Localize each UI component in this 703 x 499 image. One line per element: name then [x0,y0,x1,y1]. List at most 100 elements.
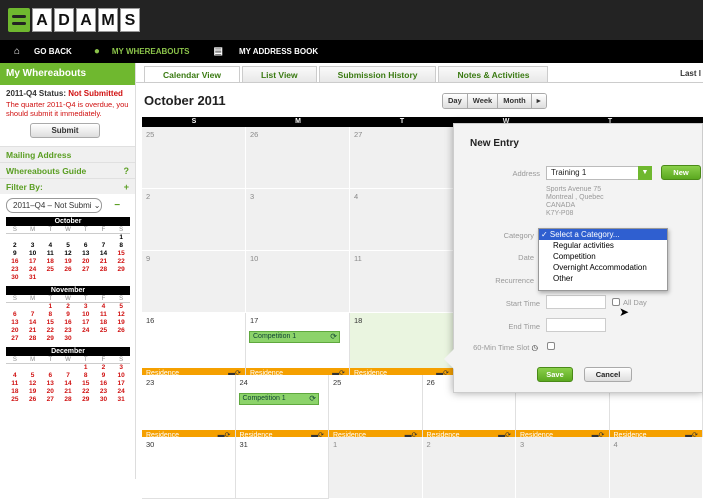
week-view-button[interactable]: Week [468,94,498,108]
mini-calendar-day[interactable]: 15 [112,250,130,258]
mini-calendar-day[interactable]: 31 [112,396,130,404]
mini-calendar-day[interactable]: 12 [112,311,130,319]
mini-calendar-day[interactable]: 29 [41,335,59,343]
category-option[interactable]: Regular activities [539,240,667,251]
mini-calendar-day[interactable]: 13 [77,250,95,258]
mini-calendar-day[interactable]: 6 [41,372,59,380]
mini-calendar-day[interactable]: 17 [112,380,130,388]
mini-calendar-day[interactable]: 20 [6,327,24,335]
filter-select[interactable]: 2011–Q4 – Not Submi ⌄ [6,198,102,213]
mini-calendar-day[interactable]: 15 [77,380,95,388]
end-time-input[interactable] [546,318,606,332]
calendar-day-cell[interactable]: 1 [329,437,423,499]
mini-calendar-day[interactable]: 11 [6,380,24,388]
calendar-day-cell[interactable]: 3 [516,437,610,499]
mini-calendar-day[interactable]: 7 [24,311,42,319]
tab-list-view[interactable]: List View [242,66,317,82]
mini-calendar-day[interactable]: 11 [41,250,59,258]
mini-calendar-day[interactable]: 22 [112,258,130,266]
mini-calendar-day[interactable]: 23 [59,327,77,335]
cancel-button[interactable]: Cancel [584,367,632,382]
mini-calendar-day[interactable]: 25 [41,266,59,274]
mini-calendar-day[interactable]: 18 [41,258,59,266]
mini-calendar-day[interactable]: 4 [6,372,24,380]
mini-calendar-day[interactable]: 16 [6,258,24,266]
next-month-button[interactable]: ▸ [532,94,546,108]
tab-notes-activities[interactable]: Notes & Activities [438,66,548,82]
mini-calendar-day[interactable]: 4 [95,303,113,311]
mini-calendar-day[interactable]: 24 [24,266,42,274]
calendar-day-cell[interactable]: 23Residence▬⟳ [142,375,236,437]
mini-calendar-day[interactable]: 19 [24,388,42,396]
mini-calendar-day[interactable]: 4 [41,242,59,250]
mini-calendar-day[interactable]: 5 [24,372,42,380]
help-icon[interactable]: ? [124,163,130,178]
calendar-day-cell[interactable]: 30 [142,437,236,499]
mini-calendar-day[interactable]: 1 [41,303,59,311]
mini-calendar-day[interactable]: 21 [59,388,77,396]
adams-logo[interactable]: A D A M S [8,8,140,32]
mini-calendar-day[interactable]: 24 [77,327,95,335]
mini-calendar-day[interactable]: 16 [59,319,77,327]
mini-calendar-day[interactable]: 17 [24,258,42,266]
calendar-day-cell[interactable]: 4 [610,437,703,499]
calendar-day-cell[interactable]: 18Residence▬⟳ [350,313,454,375]
mini-calendar-day[interactable]: 23 [6,266,24,274]
nav-my-address-book[interactable]: ▤ MY ADDRESS BOOK [190,40,319,63]
submit-button[interactable]: Submit [30,123,100,138]
mini-calendar-day[interactable]: 2 [6,242,24,250]
mini-calendar-day[interactable]: 18 [6,388,24,396]
mini-calendar-day[interactable]: 8 [41,311,59,319]
calendar-day-cell[interactable]: 17Competition 1⟳Residence▬⟳ [246,313,350,375]
mini-calendar-day[interactable]: 26 [24,396,42,404]
mini-calendar-day[interactable]: 10 [77,311,95,319]
mini-calendar-day[interactable]: 30 [6,274,24,282]
calendar-day-cell[interactable]: 25 [142,127,246,189]
calendar-day-cell[interactable]: 10 [246,251,350,313]
chevron-down-icon[interactable]: ▼ [638,166,652,180]
calendar-day-cell[interactable]: 31 [236,437,330,499]
mini-calendar-day[interactable]: 31 [24,274,42,282]
mini-calendar-day[interactable]: 1 [77,364,95,372]
month-view-button[interactable]: Month [498,94,532,108]
mini-calendar-day[interactable]: 24 [112,388,130,396]
calendar-day-cell[interactable]: 11 [350,251,454,313]
calendar-day-cell[interactable]: 24Competition 1⟳Residence▬⟳ [236,375,330,437]
mini-calendar-day[interactable]: 12 [24,380,42,388]
calendar-day-cell[interactable]: 4 [350,189,454,251]
category-option[interactable]: ✓ Select a Category... [539,229,667,240]
mini-calendar-day[interactable]: 3 [24,242,42,250]
mini-calendar-day[interactable]: 5 [112,303,130,311]
mini-calendar-day[interactable]: 26 [59,266,77,274]
mini-calendar-day[interactable]: 17 [77,319,95,327]
mini-calendar-day[interactable]: 19 [59,258,77,266]
add-filter-icon[interactable]: + [124,179,129,194]
tab-calendar-view[interactable]: Calendar View [144,66,240,82]
mini-calendar-day[interactable]: 6 [77,242,95,250]
mini-calendar-day[interactable]: 8 [112,242,130,250]
mini-calendar-day[interactable]: 3 [112,364,130,372]
mini-calendar-day[interactable]: 30 [95,396,113,404]
remove-filter-icon[interactable]: − [114,200,120,211]
mini-calendar-day[interactable]: 21 [24,327,42,335]
mini-calendar-day[interactable]: 28 [24,335,42,343]
mini-calendar-day[interactable]: 22 [77,388,95,396]
mini-calendar-day[interactable]: 14 [95,250,113,258]
category-option[interactable]: Competition [539,251,667,262]
mini-calendar-day[interactable]: 7 [95,242,113,250]
mini-calendar-day[interactable]: 5 [59,242,77,250]
mini-calendar-day[interactable]: 18 [95,319,113,327]
mini-calendar-day[interactable]: 28 [59,396,77,404]
mini-calendar-day[interactable]: 25 [95,327,113,335]
mini-calendar-day[interactable]: 14 [24,319,42,327]
mini-calendar-day[interactable]: 12 [59,250,77,258]
mini-calendar-day[interactable]: 20 [77,258,95,266]
mini-calendar-day[interactable]: 29 [112,266,130,274]
mini-calendar-day[interactable]: 13 [41,380,59,388]
start-time-input[interactable] [546,295,606,309]
mini-calendar-day[interactable]: 11 [95,311,113,319]
calendar-day-cell[interactable]: 2 [423,437,517,499]
calendar-day-cell[interactable]: 2 [142,189,246,251]
mini-calendar-day[interactable]: 6 [6,311,24,319]
mini-calendar-day[interactable]: 22 [41,327,59,335]
